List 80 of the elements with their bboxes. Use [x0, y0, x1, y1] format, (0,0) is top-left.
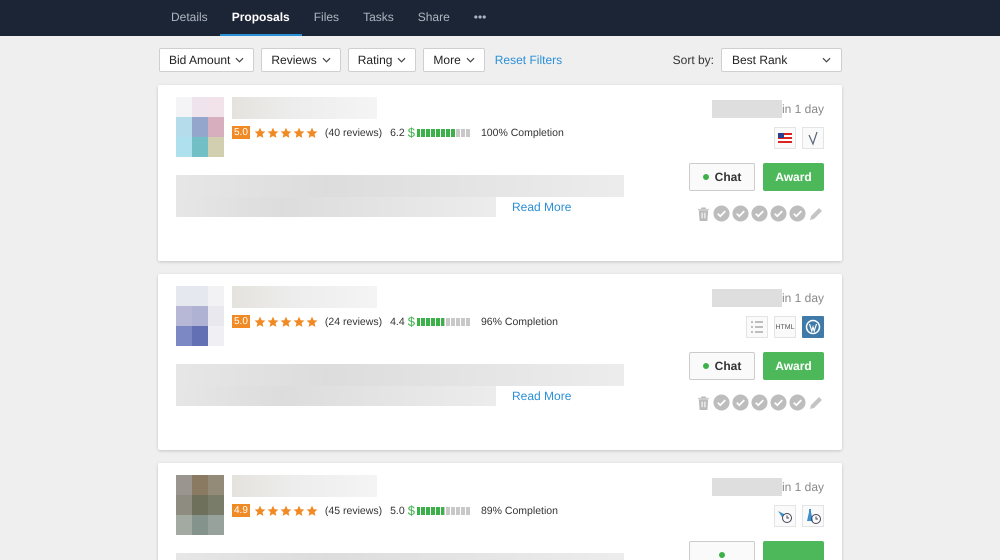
- rating-badge: 5.0: [232, 315, 250, 328]
- rating-badge: 5.0: [232, 126, 250, 139]
- check-circle-icon[interactable]: [770, 394, 787, 411]
- check-circle-icon[interactable]: [770, 205, 787, 222]
- star-icon: [280, 316, 292, 328]
- rating-badge: 4.9: [232, 504, 250, 517]
- check-circle-icon[interactable]: [732, 205, 749, 222]
- completion-rate: 100% Completion: [480, 126, 564, 138]
- chevron-down-icon: [397, 57, 406, 63]
- star-icon: [292, 126, 305, 138]
- earnings-meter: [416, 318, 471, 326]
- chevron-down-icon: [322, 57, 331, 63]
- filter-dropdown[interactable]: Bid Amount: [159, 48, 254, 72]
- nav-tab[interactable]: Share: [406, 0, 462, 36]
- flag-badge-icon: [774, 127, 796, 149]
- currency-sign: $: [408, 503, 415, 518]
- pencil-icon[interactable]: [808, 394, 824, 410]
- clock-badge-icon: [802, 505, 824, 527]
- nav-tab[interactable]: Files: [302, 0, 352, 36]
- star-icon: [292, 316, 305, 328]
- read-more-link[interactable]: Read More: [512, 200, 572, 214]
- review-count: (40 reviews): [324, 126, 382, 138]
- sort-label: Sort by:: [672, 53, 714, 67]
- earnings-meter: [416, 506, 471, 514]
- chevron-down-icon: [466, 57, 475, 63]
- check-circle-icon[interactable]: [789, 394, 806, 411]
- blurred-bid: [712, 100, 782, 118]
- chat-button[interactable]: Chat: [689, 163, 755, 191]
- pencil-icon[interactable]: [808, 206, 824, 222]
- star-icon: [254, 126, 266, 138]
- checkmark-badge-icon: [802, 127, 824, 149]
- delivery-time: in 1 day: [782, 291, 824, 305]
- star-icon: [280, 504, 292, 516]
- clock-badge-icon: [774, 505, 796, 527]
- completion-rate: 96% Completion: [480, 316, 558, 328]
- filter-dropdown[interactable]: Reviews: [261, 48, 341, 72]
- review-count: (45 reviews): [324, 504, 382, 516]
- review-count: (24 reviews): [324, 316, 382, 328]
- earnings-score: 5.0: [390, 504, 405, 516]
- sort-dropdown[interactable]: Best Rank: [721, 48, 842, 72]
- earnings-score: 6.2: [390, 126, 405, 138]
- star-icon: [266, 126, 279, 138]
- nav-tab[interactable]: Tasks: [351, 0, 406, 36]
- blurred-bid: [712, 478, 782, 496]
- star-icon: [306, 504, 318, 516]
- trash-icon[interactable]: [696, 206, 711, 222]
- check-circle-icon[interactable]: [732, 394, 749, 411]
- currency-sign: $: [408, 314, 415, 329]
- star-icon: [306, 126, 318, 138]
- chat-button[interactable]: Chat: [689, 352, 755, 380]
- check-circle-icon[interactable]: [751, 205, 768, 222]
- list-badge-icon: [746, 316, 768, 338]
- star-icon: [280, 126, 292, 138]
- delivery-time: in 1 day: [782, 480, 824, 494]
- star-icon: [254, 316, 266, 328]
- delivery-time: in 1 day: [782, 102, 824, 116]
- nav-tab[interactable]: •••: [462, 0, 498, 36]
- chevron-down-icon: [822, 57, 831, 63]
- earnings-score: 4.4: [390, 316, 405, 328]
- check-circle-icon[interactable]: [713, 205, 730, 222]
- star-icon: [266, 316, 279, 328]
- check-circle-icon[interactable]: [713, 394, 730, 411]
- chevron-down-icon: [235, 57, 244, 63]
- currency-sign: $: [408, 125, 415, 140]
- star-icon: [292, 504, 305, 516]
- blurred-bid: [712, 289, 782, 307]
- nav-tab[interactable]: Details: [159, 0, 220, 36]
- star-icon: [254, 504, 266, 516]
- completion-rate: 89% Completion: [480, 504, 558, 516]
- nav-tab[interactable]: Proposals: [220, 0, 302, 36]
- check-circle-icon[interactable]: [789, 205, 806, 222]
- filter-dropdown[interactable]: Rating: [348, 48, 416, 72]
- earnings-meter: [416, 128, 471, 136]
- trash-icon[interactable]: [696, 394, 711, 410]
- filter-dropdown[interactable]: More: [423, 48, 485, 72]
- wordpress-badge-icon: [802, 316, 824, 338]
- read-more-link[interactable]: Read More: [512, 389, 572, 403]
- check-circle-icon[interactable]: [751, 394, 768, 411]
- star-icon: [266, 504, 279, 516]
- star-icon: [306, 316, 318, 328]
